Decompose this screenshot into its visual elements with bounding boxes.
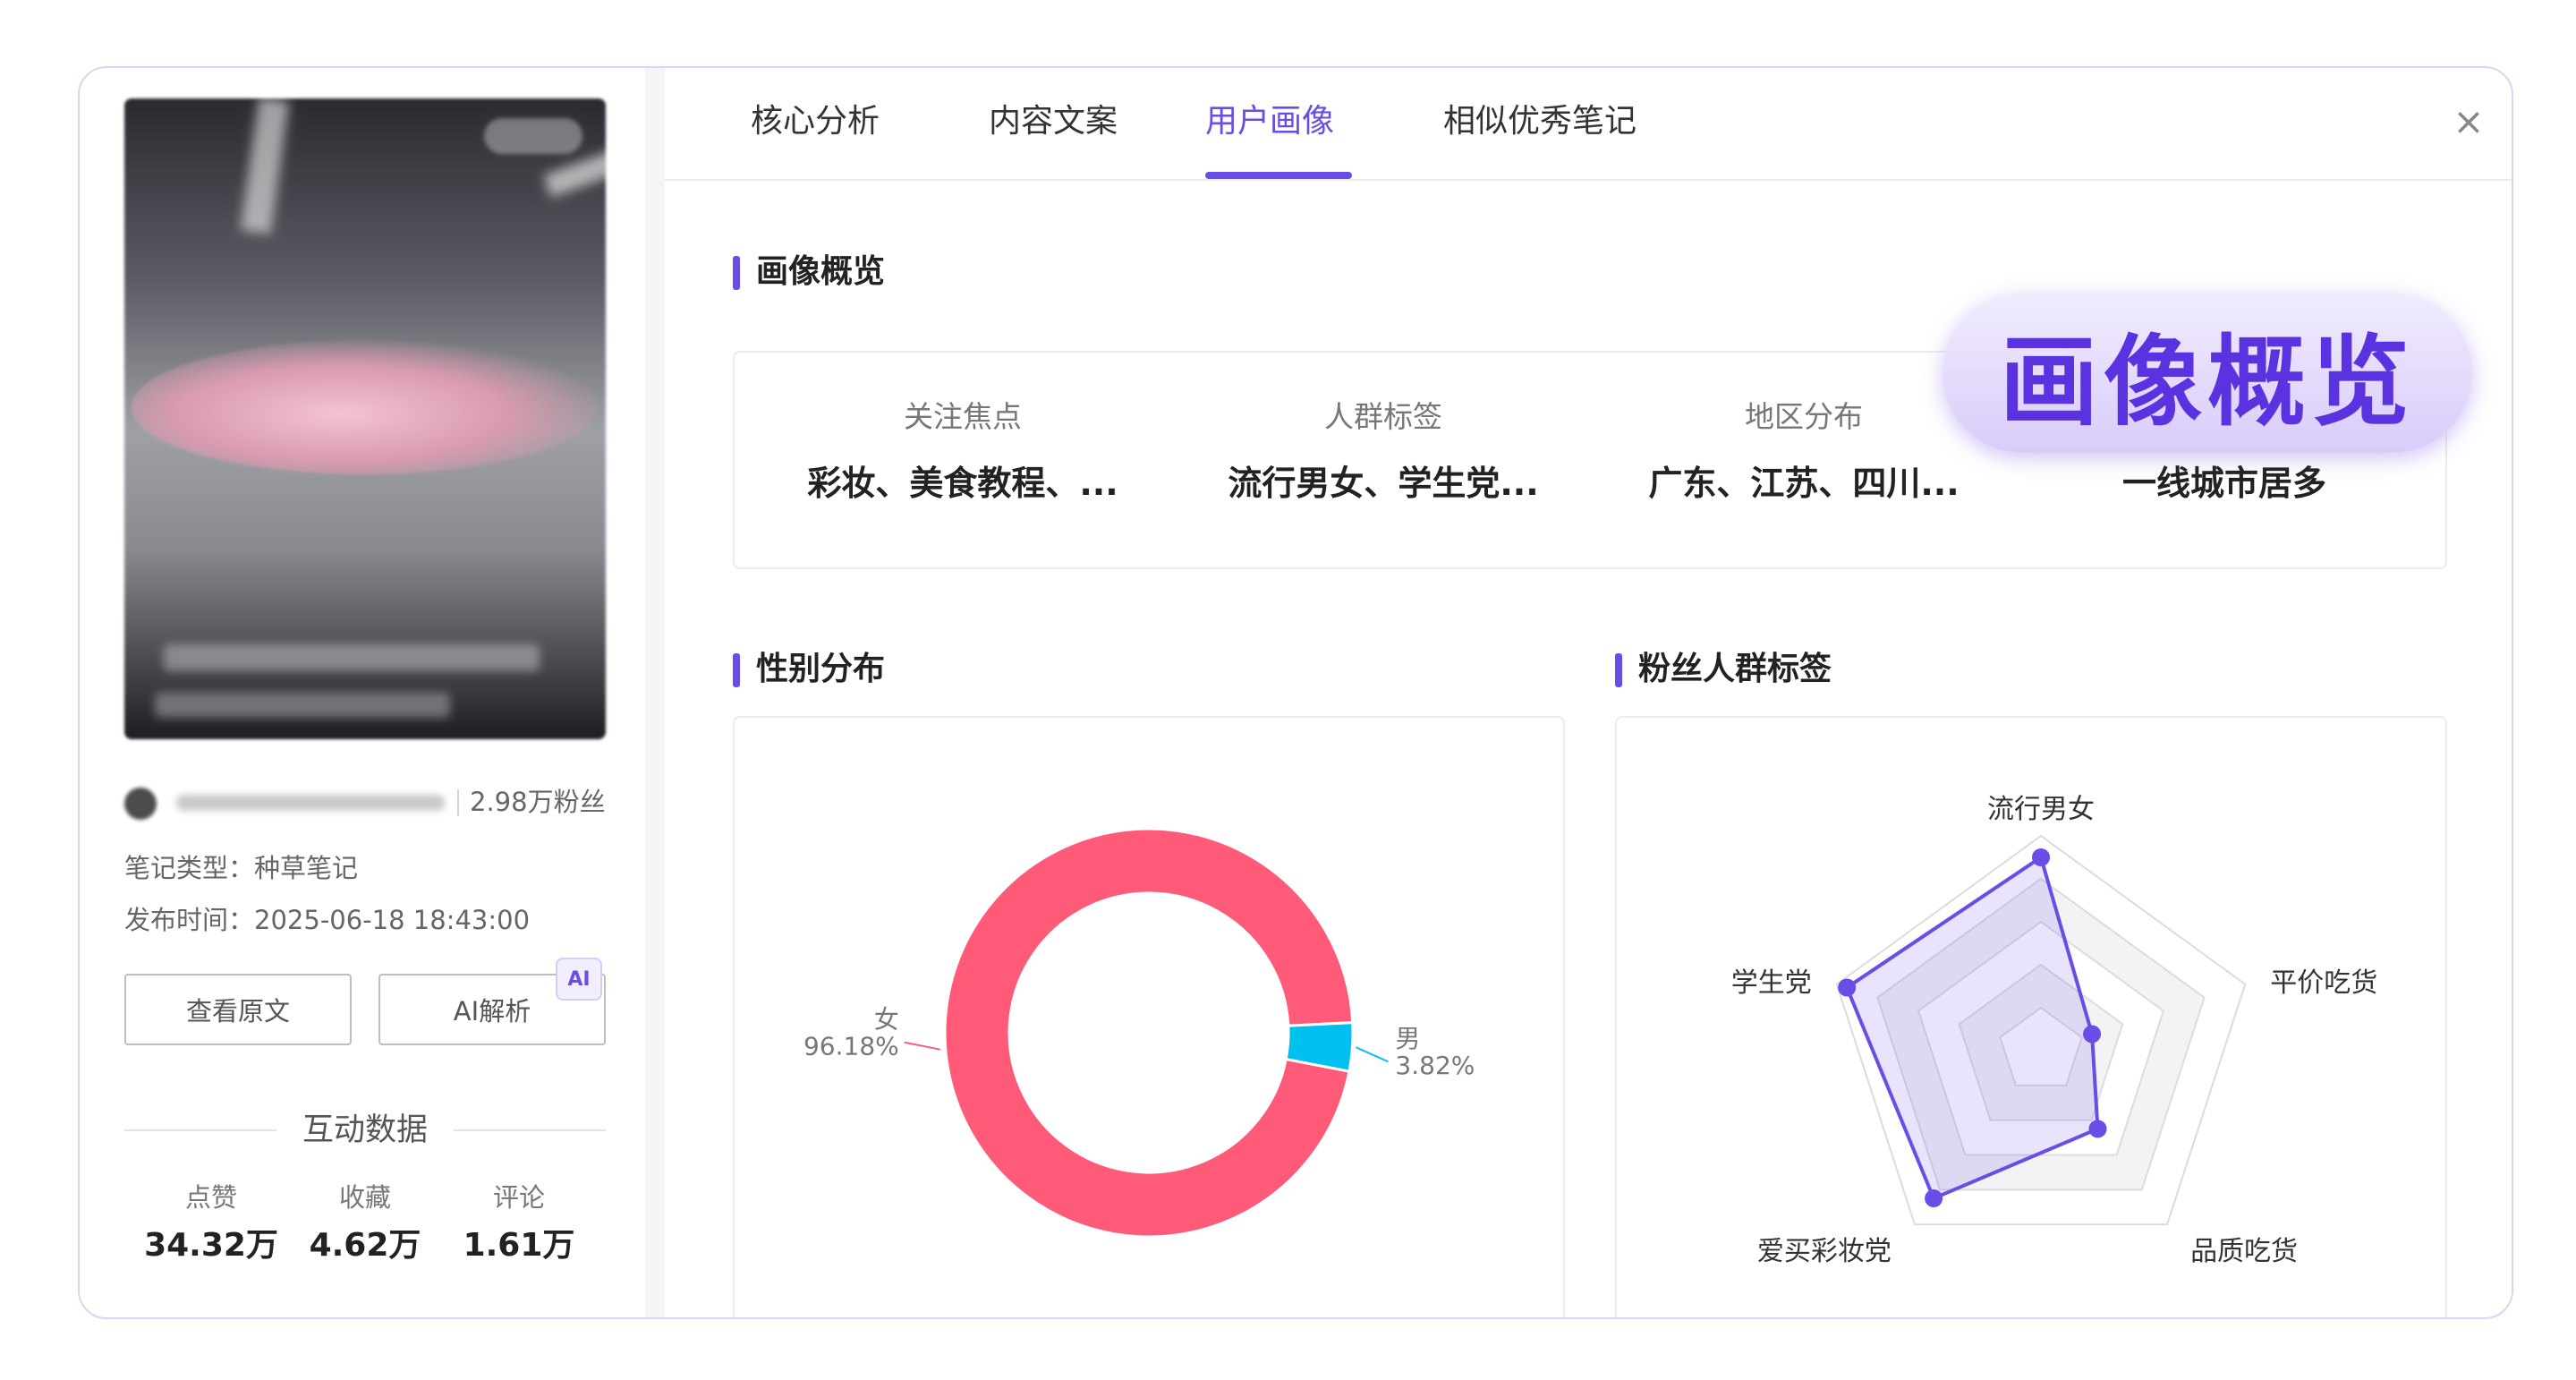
tab-content-copy[interactable]: 内容文案 bbox=[989, 95, 1118, 149]
note-type-row: 笔记类型：种草笔记 bbox=[124, 850, 358, 886]
radar-axis-label: 爱买彩妆党 bbox=[1757, 1236, 1892, 1267]
stat-value: 4.62万 bbox=[309, 1227, 421, 1264]
fan-tags-chart-card: 流行男女平价吃货品质吃货 爱买彩妆党 学生党 bbox=[1615, 716, 2447, 1317]
stat-comments: 评论 1.61万 bbox=[443, 1180, 595, 1269]
author-name-blurred[interactable] bbox=[176, 795, 445, 811]
donut-leader-line-female bbox=[904, 1041, 940, 1051]
donut-percent-label: 96.18% bbox=[803, 1032, 899, 1061]
gender-chart-card: 女 96.18% 男 3.82% bbox=[733, 716, 1565, 1317]
tab-core-analysis[interactable]: 核心分析 bbox=[751, 95, 880, 149]
radar-axis-label: 品质吃货 bbox=[2190, 1236, 2298, 1267]
publish-time-value: 2025-06-18 18:43:00 bbox=[254, 905, 531, 935]
tab-user-profile[interactable]: 用户画像 bbox=[1205, 95, 1334, 149]
overview-label: 人群标签 bbox=[1324, 399, 1442, 434]
note-type-label: 笔记类型： bbox=[124, 853, 255, 883]
fan-tags-radar-chart: 流行男女平价吃货品质吃货 爱买彩妆党 学生党 bbox=[1731, 794, 2378, 1267]
tab-bar: 核心分析 内容文案 用户画像 相似优秀笔记 bbox=[665, 68, 2512, 181]
overview-value: 一线城市居多 bbox=[2121, 464, 2326, 503]
radar-point[interactable] bbox=[2083, 1025, 2102, 1044]
donut-leader-line-male bbox=[1356, 1046, 1389, 1063]
overview-value: 流行男女、学生党... bbox=[1228, 464, 1539, 503]
column-divider bbox=[645, 68, 665, 1317]
radar-point[interactable] bbox=[1925, 1189, 1943, 1208]
overview-item-region: 地区分布 广东、江苏、四川... bbox=[1594, 396, 2014, 508]
interaction-title: 互动数据 bbox=[302, 1112, 428, 1148]
tab-similar-notes[interactable]: 相似优秀笔记 bbox=[1443, 95, 1637, 149]
ai-badge-icon: AI bbox=[556, 958, 602, 1001]
close-icon[interactable]: × bbox=[2442, 95, 2495, 149]
donut-percent-label: 3.82% bbox=[1395, 1051, 1475, 1080]
stat-value: 34.32万 bbox=[144, 1227, 278, 1264]
gender-section-title: 性别分布 bbox=[733, 646, 885, 693]
radar-point[interactable] bbox=[2032, 848, 2050, 866]
overview-item-focus: 关注焦点 彩妆、美食教程、... bbox=[752, 396, 1173, 508]
stat-label: 收藏 bbox=[338, 1182, 391, 1213]
stat-value: 1.61万 bbox=[463, 1227, 575, 1264]
overview-label: 关注焦点 bbox=[904, 399, 1022, 434]
gender-donut-chart: 女96.18% 男3.82% bbox=[803, 827, 1475, 1239]
overview-item-crowd-tags: 人群标签 流行男女、学生党... bbox=[1173, 396, 1594, 508]
interaction-section-title: 互动数据 bbox=[124, 1108, 606, 1153]
radar-point[interactable] bbox=[1838, 978, 1857, 997]
fan-count: 2.98万粉丝 bbox=[470, 787, 606, 817]
overview-callout-badge: 画像概览 bbox=[1943, 294, 2472, 453]
radar-axis-label: 平价吃货 bbox=[2270, 967, 2377, 999]
stat-collects: 收藏 4.62万 bbox=[289, 1180, 441, 1269]
publish-time-label: 发布时间： bbox=[124, 905, 255, 935]
stat-likes: 点赞 34.32万 bbox=[135, 1180, 287, 1269]
view-original-button[interactable]: 查看原文 bbox=[124, 974, 352, 1045]
radar-axis-label: 流行男女 bbox=[1987, 794, 2095, 825]
stat-label: 点赞 bbox=[184, 1182, 237, 1213]
divider bbox=[457, 789, 459, 816]
note-cover-image[interactable] bbox=[124, 98, 606, 739]
publish-time-row: 发布时间：2025-06-18 18:43:00 bbox=[124, 902, 530, 938]
active-tab-indicator bbox=[1205, 172, 1352, 179]
donut-category-label: 男 bbox=[1395, 1024, 1420, 1053]
radar-axis-label: 学生党 bbox=[1731, 967, 1812, 999]
fan-tags-section-title: 粉丝人群标签 bbox=[1615, 646, 1832, 693]
overview-section-title: 画像概览 bbox=[733, 249, 885, 295]
author-row: 2.98万粉丝 bbox=[124, 784, 606, 820]
donut-category-label: 女 bbox=[874, 1005, 899, 1035]
stat-label: 评论 bbox=[492, 1182, 545, 1213]
radar-point[interactable] bbox=[2088, 1120, 2107, 1138]
overview-value: 广东、江苏、四川... bbox=[1648, 464, 1960, 503]
overview-value: 彩妆、美食教程、... bbox=[807, 464, 1118, 503]
note-analysis-panel: 2.98万粉丝 笔记类型：种草笔记 发布时间：2025-06-18 18:43:… bbox=[78, 66, 2513, 1319]
note-type-value: 种草笔记 bbox=[254, 853, 359, 883]
note-sidebar: 2.98万粉丝 笔记类型：种草笔记 发布时间：2025-06-18 18:43:… bbox=[80, 68, 645, 1317]
avatar[interactable] bbox=[124, 788, 157, 820]
